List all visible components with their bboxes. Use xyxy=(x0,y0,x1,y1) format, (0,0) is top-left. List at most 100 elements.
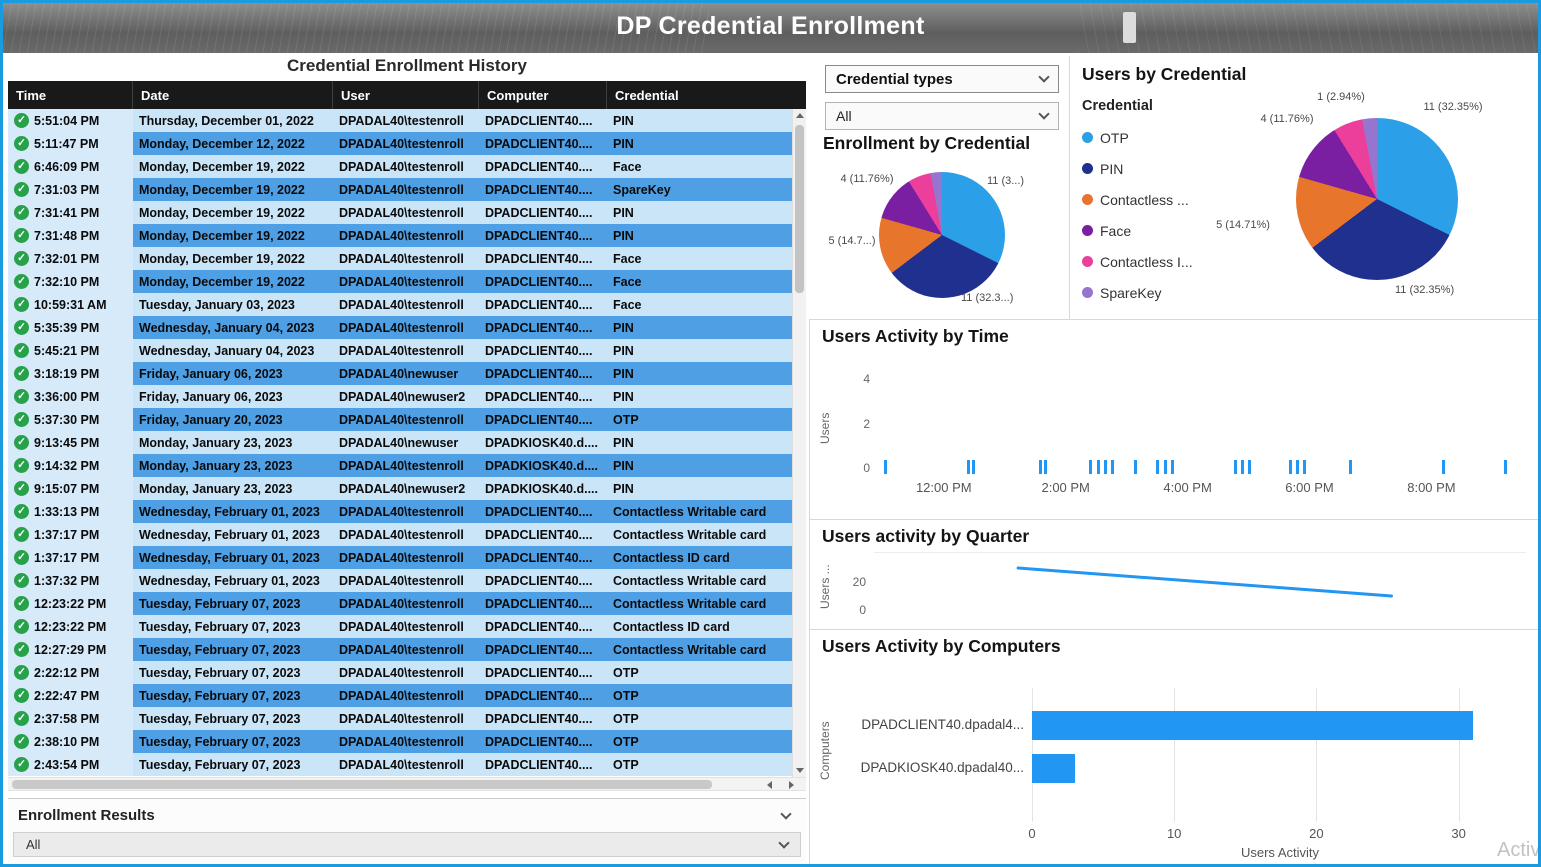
activity-tick-mark[interactable] xyxy=(1044,460,1047,474)
activity-tick-mark[interactable] xyxy=(1289,460,1292,474)
table-row[interactable]: ✓12:23:22 PMTuesday, February 07, 2023DP… xyxy=(8,615,792,638)
legend-item[interactable]: Contactless ... xyxy=(1082,184,1193,215)
activity-tick-mark[interactable] xyxy=(1156,460,1159,474)
table-row[interactable]: ✓5:45:21 PMWednesday, January 04, 2023DP… xyxy=(8,339,792,362)
cell-user: DPADAL40\newuser2 xyxy=(333,477,479,500)
credential-types-label: Credential types xyxy=(836,71,953,88)
scroll-down-icon[interactable] xyxy=(796,768,804,773)
activity-tick-mark[interactable] xyxy=(1134,460,1137,474)
legend-item[interactable]: Contactless I... xyxy=(1082,246,1193,277)
table-row[interactable]: ✓7:32:01 PMMonday, December 19, 2022DPAD… xyxy=(8,247,792,270)
table-row[interactable]: ✓2:38:10 PMTuesday, February 07, 2023DPA… xyxy=(8,730,792,753)
enrollment-by-credential-pie[interactable] xyxy=(879,172,1005,298)
enrollment-results-filter-dropdown[interactable]: All xyxy=(13,832,801,857)
column-header-time[interactable]: Time xyxy=(8,81,133,109)
credential-types-dropdown[interactable]: Credential types xyxy=(825,65,1059,93)
activity-tick-mark[interactable] xyxy=(1111,460,1114,474)
vertical-scroll-thumb[interactable] xyxy=(795,125,804,293)
column-header-user[interactable]: User xyxy=(333,81,479,109)
table-row[interactable]: ✓1:37:17 PMWednesday, February 01, 2023D… xyxy=(8,546,792,569)
table-row[interactable]: ✓9:15:07 PMMonday, January 23, 2023DPADA… xyxy=(8,477,792,500)
chevron-down-icon[interactable] xyxy=(780,808,791,819)
table-row[interactable]: ✓2:37:58 PMTuesday, February 07, 2023DPA… xyxy=(8,707,792,730)
activity-tick-mark[interactable] xyxy=(1241,460,1244,474)
table-row[interactable]: ✓2:22:47 PMTuesday, February 07, 2023DPA… xyxy=(8,684,792,707)
column-header-date[interactable]: Date xyxy=(133,81,333,109)
cell-credential: Face xyxy=(607,247,792,270)
activity-tick-mark[interactable] xyxy=(1104,460,1107,474)
quarter-trend-line[interactable] xyxy=(810,520,1539,630)
legend-item[interactable]: OTP xyxy=(1082,122,1193,153)
table-row[interactable]: ✓6:46:09 PMMonday, December 19, 2022DPAD… xyxy=(8,155,792,178)
table-row[interactable]: ✓2:22:12 PMTuesday, February 07, 2023DPA… xyxy=(8,661,792,684)
enrollment-results-header[interactable]: Enrollment Results xyxy=(8,799,806,832)
cell-credential: Face xyxy=(607,293,792,316)
activity-tick-mark[interactable] xyxy=(967,460,970,474)
table-row[interactable]: ✓7:32:10 PMMonday, December 19, 2022DPAD… xyxy=(8,270,792,293)
time-activity-plot xyxy=(879,376,1514,474)
table-row[interactable]: ✓1:37:32 PMWednesday, February 01, 2023D… xyxy=(8,569,792,592)
users-by-credential-pie[interactable] xyxy=(1296,118,1458,280)
table-row[interactable]: ✓7:31:41 PMMonday, December 19, 2022DPAD… xyxy=(8,201,792,224)
table-row[interactable]: ✓1:37:17 PMWednesday, February 01, 2023D… xyxy=(8,523,792,546)
legend-item[interactable]: SpareKey xyxy=(1082,277,1193,308)
legend-label: PIN xyxy=(1100,161,1123,177)
activity-tick-mark[interactable] xyxy=(1349,460,1352,474)
table-row[interactable]: ✓2:43:54 PMTuesday, February 07, 2023DPA… xyxy=(8,753,792,776)
activity-tick-mark[interactable] xyxy=(1442,460,1445,474)
legend-item[interactable]: Face xyxy=(1082,215,1193,246)
activity-tick-mark[interactable] xyxy=(1171,460,1174,474)
activity-tick-mark[interactable] xyxy=(972,460,975,474)
activity-tick-mark[interactable] xyxy=(1296,460,1299,474)
cell-credential: OTP xyxy=(607,730,792,753)
legend-title: Credential xyxy=(1082,98,1153,114)
activity-tick-mark[interactable] xyxy=(1164,460,1167,474)
activity-tick-mark[interactable] xyxy=(1097,460,1100,474)
activity-tick-mark[interactable] xyxy=(1234,460,1237,474)
cell-date: Wednesday, February 01, 2023 xyxy=(133,523,333,546)
cell-date: Wednesday, January 04, 2023 xyxy=(133,316,333,339)
table-row[interactable]: ✓12:27:29 PMTuesday, February 07, 2023DP… xyxy=(8,638,792,661)
table-row[interactable]: ✓7:31:48 PMMonday, December 19, 2022DPAD… xyxy=(8,224,792,247)
activity-tick-mark[interactable] xyxy=(884,460,887,474)
scroll-left-icon[interactable] xyxy=(767,781,772,789)
cell-user: DPADAL40\testenroll xyxy=(333,109,479,132)
table-row[interactable]: ✓5:37:30 PMFriday, January 20, 2023DPADA… xyxy=(8,408,792,431)
column-header-credential[interactable]: Credential xyxy=(607,81,806,109)
table-row[interactable]: ✓7:31:03 PMMonday, December 19, 2022DPAD… xyxy=(8,178,792,201)
cell-credential: Contactless Writable card xyxy=(607,569,792,592)
cell-credential: PIN xyxy=(607,132,792,155)
legend-item[interactable]: PIN xyxy=(1082,153,1193,184)
table-row[interactable]: ✓10:59:31 AMTuesday, January 03, 2023DPA… xyxy=(8,293,792,316)
table-row[interactable]: ✓12:23:22 PMTuesday, February 07, 2023DP… xyxy=(8,592,792,615)
table-row[interactable]: ✓9:13:45 PMMonday, January 23, 2023DPADA… xyxy=(8,431,792,454)
table-row[interactable]: ✓9:14:32 PMMonday, January 23, 2023DPADA… xyxy=(8,454,792,477)
table-header-row: Time Date User Computer Credential xyxy=(8,81,806,109)
credential-types-value-dropdown[interactable]: All xyxy=(825,102,1059,130)
column-header-computer[interactable]: Computer xyxy=(479,81,607,109)
table-row[interactable]: ✓1:33:13 PMWednesday, February 01, 2023D… xyxy=(8,500,792,523)
header-scroll-indicator[interactable] xyxy=(1123,12,1136,43)
table-row[interactable]: ✓5:51:04 PMThursday, December 01, 2022DP… xyxy=(8,109,792,132)
activity-tick-mark[interactable] xyxy=(1089,460,1092,474)
activity-tick-mark[interactable] xyxy=(1303,460,1306,474)
activity-tick-mark[interactable] xyxy=(1248,460,1251,474)
cell-date: Friday, January 20, 2023 xyxy=(133,408,333,431)
scroll-right-icon[interactable] xyxy=(789,781,794,789)
success-check-icon: ✓ xyxy=(14,159,29,174)
table-row[interactable]: ✓5:35:39 PMWednesday, January 04, 2023DP… xyxy=(8,316,792,339)
activity-tick-mark[interactable] xyxy=(1039,460,1042,474)
success-check-icon: ✓ xyxy=(14,573,29,588)
computer-activity-bar[interactable] xyxy=(1032,754,1075,783)
table-row[interactable]: ✓3:36:00 PMFriday, January 06, 2023DPADA… xyxy=(8,385,792,408)
horizontal-scroll-thumb[interactable] xyxy=(12,780,712,789)
cell-time: ✓3:18:19 PM xyxy=(8,362,133,385)
table-row[interactable]: ✓5:11:47 PMMonday, December 12, 2022DPAD… xyxy=(8,132,792,155)
computer-activity-bar[interactable] xyxy=(1032,711,1473,740)
success-check-icon: ✓ xyxy=(14,205,29,220)
table-row[interactable]: ✓3:18:19 PMFriday, January 06, 2023DPADA… xyxy=(8,362,792,385)
vertical-scrollbar[interactable] xyxy=(792,109,806,777)
scroll-up-icon[interactable] xyxy=(796,113,804,118)
activity-tick-mark[interactable] xyxy=(1504,460,1507,474)
horizontal-scrollbar[interactable] xyxy=(8,777,806,791)
